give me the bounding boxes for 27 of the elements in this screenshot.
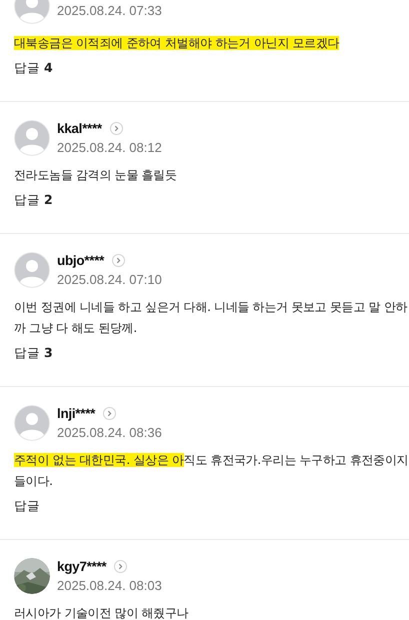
username[interactable]: kkal**** (57, 121, 102, 136)
chevron-icon[interactable] (103, 407, 116, 420)
avatar-icon (14, 252, 50, 288)
comment-date: 2025.08.24. 07:33 (57, 2, 162, 18)
avatar-icon (14, 120, 50, 156)
reply-button[interactable]: 답글 3 (14, 345, 53, 362)
comment-text: 들이다. (14, 474, 53, 488)
chevron-icon[interactable] (112, 254, 126, 267)
comment-date: 2025.08.24. 08:12 (57, 140, 162, 155)
chevron-icon[interactable] (114, 560, 128, 573)
comment-text: 이번 정권에 니네들 하고 싶은거 다해. 니네들 하는거 못보고 못듣고 말 안하 (14, 300, 408, 314)
avatar-icon (14, 405, 50, 441)
reply-button[interactable]: 답글 4 (14, 60, 53, 77)
comment-text: 전라도놈들 감격의 눈물 흘릴듯 (14, 168, 177, 182)
reply-button[interactable]: 답글 2 (14, 192, 53, 209)
username[interactable]: kgy7**** (57, 559, 106, 574)
comment-text: 까 그냥 다 해도 된당께. (14, 321, 137, 335)
comment-text: 주적이 없는 대한민국. 실상은 아 (14, 453, 184, 467)
username[interactable]: lnji**** (57, 406, 96, 421)
comment-date: 2025.08.24. 07:10 (57, 272, 162, 287)
comment-text: 러시아가 기술이전 많이 해줬구나 (14, 606, 188, 620)
comment-date: 2025.08.24. 08:36 (57, 425, 162, 440)
chevron-icon[interactable] (110, 122, 123, 135)
comment-date: 2025.08.24. 08:03 (57, 578, 162, 593)
username[interactable]: ubjo**** (57, 253, 104, 268)
reply-button[interactable]: 답글 (14, 498, 40, 515)
comment-text: 직도 휴전국가.우리는 누구하고 휴전중이지. (184, 453, 409, 467)
